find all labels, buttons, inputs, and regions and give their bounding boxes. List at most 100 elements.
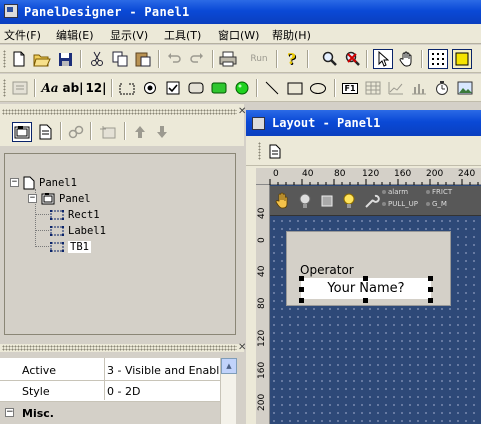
text-font-button[interactable]: Aa xyxy=(40,78,60,98)
group-box-icon[interactable] xyxy=(117,78,137,98)
led-tool-icon[interactable] xyxy=(232,78,252,98)
menu-window[interactable]: 窗口(W) xyxy=(218,27,259,43)
select-pointer-icon[interactable] xyxy=(373,49,393,69)
timer-icon[interactable] xyxy=(432,78,452,98)
tree-item-label: Panel1 xyxy=(39,176,77,189)
properties-scrollbar[interactable]: ▲ xyxy=(220,358,237,424)
radio-button-icon[interactable] xyxy=(140,78,160,98)
table-tool-icon[interactable] xyxy=(363,78,383,98)
ellipse-tool-icon[interactable] xyxy=(308,78,328,98)
resize-handle[interactable] xyxy=(363,298,368,303)
resize-handle[interactable] xyxy=(299,276,304,281)
move-down-icon[interactable] xyxy=(152,122,172,142)
property-category-misc[interactable]: − Misc. xyxy=(0,402,236,424)
tree-connector xyxy=(35,214,49,215)
property-value[interactable]: 3 - Visible and Enable xyxy=(107,364,219,377)
resize-handle[interactable] xyxy=(428,287,433,292)
menu-help[interactable]: 帮助(H) xyxy=(272,27,311,43)
scroll-up-arrow-icon[interactable]: ▲ xyxy=(221,358,237,374)
collapse-icon[interactable]: − xyxy=(10,178,19,187)
resize-handle[interactable] xyxy=(428,298,433,303)
pane-grip[interactable] xyxy=(2,109,237,115)
document-icon[interactable] xyxy=(35,122,55,142)
lightbulb-on-icon[interactable] xyxy=(340,191,358,211)
run-button[interactable]: Run xyxy=(246,49,272,69)
tree-item-rect1[interactable]: Rect1 xyxy=(50,207,100,222)
menu-view[interactable]: 显示(V) xyxy=(110,27,148,43)
undo-icon[interactable] xyxy=(164,49,184,69)
new-file-icon[interactable] xyxy=(9,49,29,69)
toolbar-separator xyxy=(111,79,113,97)
snap-grid-icon[interactable] xyxy=(452,49,472,69)
pane-splitter[interactable]: ✕ xyxy=(0,342,246,353)
redo-icon[interactable] xyxy=(187,49,207,69)
tree-item-label: Panel xyxy=(59,192,91,205)
form-icon[interactable] xyxy=(10,78,30,98)
resize-handle[interactable] xyxy=(363,276,368,281)
svg-text:?: ? xyxy=(287,51,296,67)
link-icon[interactable] xyxy=(66,122,86,142)
pan-hand-icon[interactable] xyxy=(397,49,417,69)
checkbox-icon[interactable] xyxy=(163,78,183,98)
page-icon[interactable] xyxy=(265,141,285,161)
panel-widget[interactable]: Operator Your Name? xyxy=(286,231,451,306)
wrench-icon[interactable] xyxy=(362,191,380,211)
collapse-icon[interactable]: − xyxy=(5,408,14,417)
block-icon[interactable] xyxy=(318,191,336,211)
menu-edit[interactable]: 编辑(E) xyxy=(56,27,94,43)
image-tool-icon[interactable] xyxy=(455,78,475,98)
tree-item-tb1[interactable]: TB1 xyxy=(50,239,91,254)
context-help-icon[interactable]: ?? xyxy=(282,49,302,69)
property-name: Active xyxy=(22,364,57,377)
paste-icon[interactable] xyxy=(133,49,153,69)
zoom-icon[interactable] xyxy=(320,49,340,69)
tree-item-panel1[interactable]: − Panel1 xyxy=(10,175,77,190)
toolbar-grip[interactable] xyxy=(3,50,6,68)
property-value[interactable]: 0 - 2D xyxy=(107,385,219,398)
toolbar-separator xyxy=(90,122,92,140)
line-tool-icon[interactable] xyxy=(262,78,282,98)
menu-file[interactable]: 文件(F) xyxy=(4,27,41,43)
tree-connector xyxy=(35,230,49,231)
function-key-button[interactable]: F1 xyxy=(340,78,360,98)
open-folder-icon[interactable] xyxy=(32,49,52,69)
resize-handle[interactable] xyxy=(299,298,304,303)
collapse-icon[interactable]: − xyxy=(28,194,37,203)
controls-toolbar: Aa ab| 12| F1 xyxy=(0,74,481,102)
toolbar-grip[interactable] xyxy=(3,79,6,97)
add-item-icon[interactable] xyxy=(98,122,118,142)
property-row-style[interactable]: Style 0 - 2D xyxy=(0,381,236,402)
panel-view-icon[interactable] xyxy=(12,122,32,142)
tree-item-panel[interactable]: − Panel xyxy=(28,191,91,206)
menu-tools[interactable]: 工具(T) xyxy=(164,27,201,43)
number-tool-button[interactable]: 12| xyxy=(85,78,106,98)
save-icon[interactable] xyxy=(55,49,75,69)
indicator-tool-icon[interactable] xyxy=(209,78,229,98)
operator-label[interactable]: Operator xyxy=(300,263,354,277)
rectangle-tool-icon[interactable] xyxy=(285,78,305,98)
property-name: Style xyxy=(22,385,50,398)
copy-icon[interactable] xyxy=(110,49,130,69)
resize-handle[interactable] xyxy=(299,287,304,292)
resize-handle[interactable] xyxy=(428,276,433,281)
button-tool-icon[interactable] xyxy=(186,78,206,98)
splitter-grip[interactable] xyxy=(2,345,237,351)
bar-chart-icon[interactable] xyxy=(409,78,429,98)
property-row-active[interactable]: Active 3 - Visible and Enable xyxy=(0,360,236,381)
layout-title-bar[interactable]: Layout - Panel1 xyxy=(246,110,481,136)
trend-chart-icon[interactable] xyxy=(386,78,406,98)
name-textbox[interactable]: Your Name? xyxy=(301,278,431,299)
zoom-delete-icon[interactable] xyxy=(343,49,363,69)
print-icon[interactable] xyxy=(218,49,238,69)
hand-icon[interactable] xyxy=(274,191,292,211)
main-toolbar: Run ?? xyxy=(0,45,481,73)
cut-icon[interactable] xyxy=(87,49,107,69)
grid-icon[interactable] xyxy=(428,49,448,69)
toolbar-grip[interactable] xyxy=(258,142,261,160)
label-tool-button[interactable]: ab| xyxy=(62,78,83,98)
tree-item-label1[interactable]: Label1 xyxy=(50,223,106,238)
lightbulb-off-icon[interactable] xyxy=(296,191,314,211)
f1-label: F1 xyxy=(342,82,358,94)
move-up-icon[interactable] xyxy=(130,122,150,142)
ruler-tick-label: 40 xyxy=(257,265,267,277)
